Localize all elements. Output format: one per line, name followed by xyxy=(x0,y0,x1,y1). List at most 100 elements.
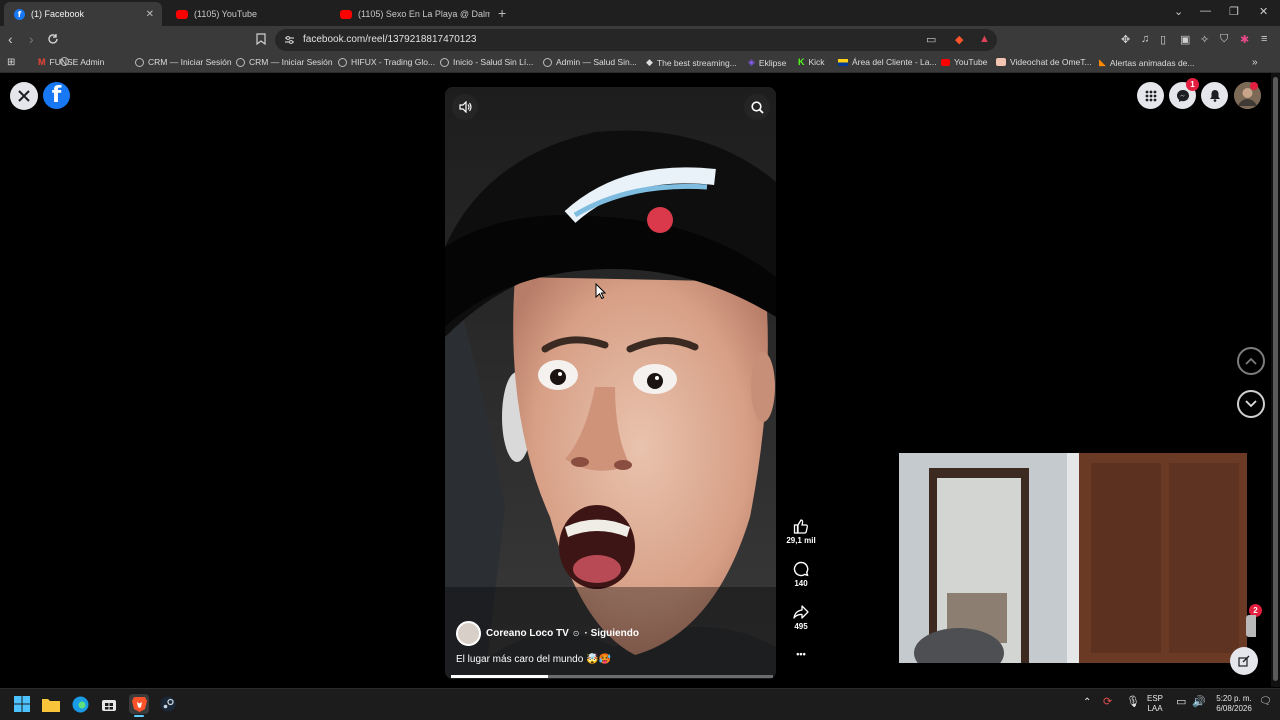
ometv-icon xyxy=(996,58,1006,66)
scrollbar-thumb[interactable] xyxy=(1273,77,1278,681)
file-explorer-button[interactable] xyxy=(41,694,61,714)
bookmark-label: HIFUX - Trading Glo... xyxy=(351,57,436,67)
follow-status[interactable]: · Siguiendo xyxy=(585,628,639,639)
next-reel-button[interactable] xyxy=(1237,390,1265,418)
close-window-button[interactable]: ✕ xyxy=(1259,5,1268,18)
tray-overflow-icon[interactable]: ⌃ xyxy=(1083,698,1091,708)
back-button[interactable]: ‹ xyxy=(8,31,13,47)
sidebar-icon[interactable]: ▯ xyxy=(1160,33,1166,46)
bookmark-item[interactable]: Inicio - Salud Sin Lí... xyxy=(440,57,533,67)
bookmark-item[interactable]: ◆ The best streaming... xyxy=(646,57,737,68)
globe-icon xyxy=(543,57,552,67)
media-icon[interactable]: ♫ xyxy=(1141,33,1149,45)
reel-progress-bar[interactable] xyxy=(451,675,773,678)
share-count: 495 xyxy=(794,622,808,631)
tab-search-icon[interactable]: ⌄ xyxy=(1174,5,1183,18)
bookmark-label: Videochat de OmeT... xyxy=(1010,57,1092,67)
bookmark-item[interactable]: FUNSE Admin xyxy=(60,57,73,66)
site-settings-icon[interactable] xyxy=(284,35,295,45)
minimize-button[interactable]: — xyxy=(1200,5,1211,17)
reel-author[interactable]: Coreano Loco TV ⊙ · Siguiendo xyxy=(456,621,639,646)
bookmark-label: Área del Cliente - La... xyxy=(852,57,937,67)
cast-icon[interactable]: ▭ xyxy=(926,33,936,46)
youtube-icon xyxy=(176,9,188,19)
tab-youtube[interactable]: (1105) YouTube xyxy=(166,2,326,26)
apps-grid-icon[interactable]: ⊞ xyxy=(7,57,15,68)
bookmark-item[interactable]: ◣ Alertas animadas de... xyxy=(1099,57,1195,68)
comment-button[interactable]: 140 xyxy=(780,561,822,588)
bookmark-item[interactable]: CRM — Iniciar Sesión xyxy=(236,57,333,67)
search-icon xyxy=(750,100,764,114)
start-button[interactable] xyxy=(12,694,32,714)
network-icon[interactable]: ▭ xyxy=(1176,697,1186,708)
brave-taskbar-button[interactable] xyxy=(129,694,149,714)
bookmark-item[interactable]: CRM — Iniciar Sesión xyxy=(135,57,232,67)
messenger-icon xyxy=(1176,89,1189,102)
reload-icon[interactable] xyxy=(47,33,59,45)
bookmark-item[interactable]: Área del Cliente - La... xyxy=(838,57,937,67)
extensions-icon[interactable]: ✥ xyxy=(1121,33,1130,46)
bookmark-item[interactable]: HIFUX - Trading Glo... xyxy=(338,57,435,67)
messenger-badge: 1 xyxy=(1186,78,1199,91)
more-options-button[interactable]: ••• xyxy=(780,649,822,659)
profile-extension-icon[interactable]: ✱ xyxy=(1240,33,1249,46)
clock-date: 6/08/2026 xyxy=(1216,704,1252,713)
author-name[interactable]: Coreano Loco TV xyxy=(486,628,569,639)
globe-icon xyxy=(60,57,69,66)
chevron-down-icon xyxy=(1245,400,1257,408)
wallet-icon[interactable]: ▣ xyxy=(1180,33,1190,46)
reel-video[interactable] xyxy=(445,87,776,679)
close-reel-button[interactable] xyxy=(10,82,38,110)
microphone-icon[interactable]: 🎙 xyxy=(1126,697,1140,708)
menu-icon[interactable]: ≡ xyxy=(1261,33,1267,45)
steam-button[interactable] xyxy=(158,694,178,714)
bookmark-item[interactable]: K Kick xyxy=(798,57,825,67)
forward-button[interactable]: › xyxy=(29,31,34,47)
like-icon xyxy=(793,519,808,534)
more-bookmarks-button[interactable]: » xyxy=(1252,57,1258,68)
language-indicator[interactable]: ESP LAA xyxy=(1147,694,1163,714)
brave-shield-icon[interactable]: ◆ xyxy=(955,33,963,46)
edge-button[interactable] xyxy=(70,694,90,714)
close-tab-icon[interactable]: ✕ xyxy=(146,9,154,20)
webcam-overlay xyxy=(899,453,1247,663)
globe-icon xyxy=(236,57,245,67)
restore-button[interactable]: ❐ xyxy=(1229,5,1239,18)
vpn-icon[interactable]: ⛉ xyxy=(1220,33,1228,46)
search-button[interactable] xyxy=(744,94,770,120)
store-button[interactable] xyxy=(99,694,119,714)
like-button[interactable]: 29,1 mil xyxy=(780,518,822,545)
url-text[interactable]: facebook.com/reel/1379218817470123 xyxy=(303,34,476,45)
bookmark-item[interactable]: Videochat de OmeT... xyxy=(996,57,1092,67)
bookmark-label: The best streaming... xyxy=(656,57,737,68)
bookmark-icon[interactable] xyxy=(256,33,266,45)
mute-button[interactable] xyxy=(452,94,478,120)
page-scrollbar[interactable] xyxy=(1271,73,1280,687)
new-tab-button[interactable]: + xyxy=(498,5,506,21)
keyboard-layout: LAA xyxy=(1147,704,1163,713)
leo-icon[interactable]: ✧ xyxy=(1200,33,1209,46)
volume-icon[interactable]: 🔊 xyxy=(1192,697,1206,708)
bookmark-item[interactable]: Admin — Salud Sin... xyxy=(543,57,637,67)
tab-youtube-video[interactable]: (1105) Sexo En La Playa @ Dalmata - xyxy=(330,2,490,26)
facebook-logo[interactable]: f xyxy=(43,82,70,109)
tab-title: (1105) YouTube xyxy=(194,9,258,19)
tab-facebook[interactable]: f (1) Facebook ✕ xyxy=(4,2,162,26)
bookmark-item[interactable]: YouTube xyxy=(941,57,987,67)
floating-chat-tab[interactable] xyxy=(1246,615,1256,637)
compose-icon xyxy=(1238,655,1250,667)
notification-center-icon[interactable]: 🗨 xyxy=(1259,697,1272,707)
brave-rewards-icon[interactable]: ▲ xyxy=(979,33,990,45)
notifications-button[interactable] xyxy=(1201,82,1228,109)
menu-grid-button[interactable] xyxy=(1137,82,1164,109)
share-button[interactable]: 495 xyxy=(780,604,822,631)
bookmark-item[interactable]: ◈ Eklipse xyxy=(748,57,786,68)
sync-icon[interactable]: ⟳ xyxy=(1103,697,1112,708)
new-message-button[interactable] xyxy=(1230,647,1258,675)
author-avatar[interactable] xyxy=(456,621,481,646)
speaker-icon xyxy=(458,101,472,113)
clock[interactable]: 5:20 p. m. 6/08/2026 xyxy=(1210,694,1258,714)
bookmark-label: Eklipse xyxy=(758,57,787,68)
previous-reel-button[interactable] xyxy=(1237,347,1265,375)
bookmark-label: Admin — Salud Sin... xyxy=(556,57,637,67)
